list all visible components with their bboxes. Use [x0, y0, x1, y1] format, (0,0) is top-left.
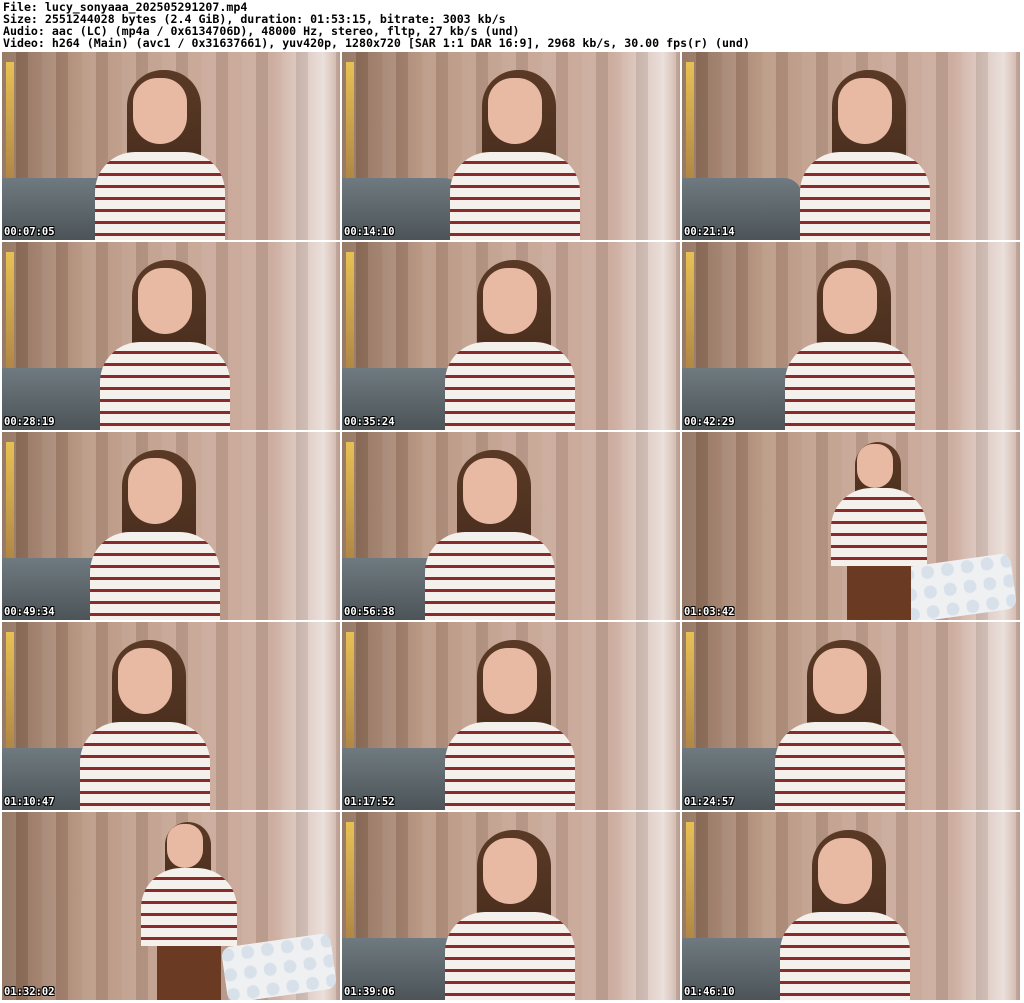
person-figure [92, 242, 232, 430]
lamp-light [346, 632, 354, 762]
thumbnail-tile[interactable]: 00:56:38 [342, 432, 680, 620]
person-figure [767, 622, 907, 810]
person-figure [437, 812, 577, 1000]
thumbnail-tile[interactable]: 01:24:57 [682, 622, 1020, 810]
person-figure [437, 242, 577, 430]
person-figure [442, 52, 582, 240]
thumbnail-tile[interactable]: 00:35:24 [342, 242, 680, 430]
thumbnail-timestamp: 00:14:10 [344, 226, 395, 238]
person-figure [437, 622, 577, 810]
thumbnail-timestamp: 01:32:02 [4, 986, 55, 998]
thumbnail-tile[interactable]: 01:10:47 [2, 622, 340, 810]
person-figure [127, 812, 237, 1000]
thumbnail-timestamp: 01:03:42 [684, 606, 735, 618]
person-figure [72, 622, 212, 810]
file-info-header: File: lucy_sonyaaa_202505291207.mp4 Size… [3, 1, 1021, 49]
thumbnail-tile[interactable]: 00:07:05 [2, 52, 340, 240]
thumbnail-tile[interactable]: 01:17:52 [342, 622, 680, 810]
thumbnail-timestamp: 00:35:24 [344, 416, 395, 428]
lamp-light [346, 822, 354, 952]
person-figure [777, 242, 917, 430]
lamp-light [6, 62, 14, 192]
thumbnail-tile[interactable]: 00:14:10 [342, 52, 680, 240]
lamp-light [686, 252, 694, 382]
lamp-light [6, 442, 14, 572]
thumbnail-tile[interactable]: 00:28:19 [2, 242, 340, 430]
thumbnail-timestamp: 00:42:29 [684, 416, 735, 428]
thumbnail-timestamp: 01:10:47 [4, 796, 55, 808]
person-figure [87, 52, 227, 240]
thumbnail-timestamp: 01:24:57 [684, 796, 735, 808]
thumbnail-tile[interactable]: 01:46:10 [682, 812, 1020, 1000]
person-figure [82, 432, 222, 620]
thumbnail-timestamp: 01:17:52 [344, 796, 395, 808]
lamp-light [346, 252, 354, 382]
thumbnail-timestamp: 01:39:06 [344, 986, 395, 998]
thumbnail-tile[interactable]: 00:49:34 [2, 432, 340, 620]
thumbnail-tile[interactable]: 00:21:14 [682, 52, 1020, 240]
person-figure [417, 432, 557, 620]
thumbnail-timestamp: 00:07:05 [4, 226, 55, 238]
lamp-light [6, 252, 14, 382]
lamp-light [686, 62, 694, 192]
person-figure [817, 432, 927, 620]
thumbnail-tile[interactable]: 01:32:02 [2, 812, 340, 1000]
thumbnail-tile[interactable]: 01:03:42 [682, 432, 1020, 620]
thumbnail-timestamp: 00:28:19 [4, 416, 55, 428]
person-figure [772, 812, 912, 1000]
thumbnail-timestamp: 01:46:10 [684, 986, 735, 998]
lamp-light [686, 632, 694, 762]
video-info-line: Video: h264 (Main) (avc1 / 0x31637661), … [3, 36, 750, 51]
person-figure [792, 52, 932, 240]
thumbnail-timestamp: 00:49:34 [4, 606, 55, 618]
thumbnail-tile[interactable]: 01:39:06 [342, 812, 680, 1000]
thumbnail-grid: 00:07:05 00:14:10 00:21:14 00:28:19 00:3… [2, 52, 1022, 1002]
lamp-light [6, 632, 14, 762]
lamp-light [346, 62, 354, 192]
thumbnail-timestamp: 00:21:14 [684, 226, 735, 238]
lamp-light [686, 822, 694, 952]
lamp-light [346, 442, 354, 572]
thumbnail-tile[interactable]: 00:42:29 [682, 242, 1020, 430]
thumbnail-timestamp: 00:56:38 [344, 606, 395, 618]
